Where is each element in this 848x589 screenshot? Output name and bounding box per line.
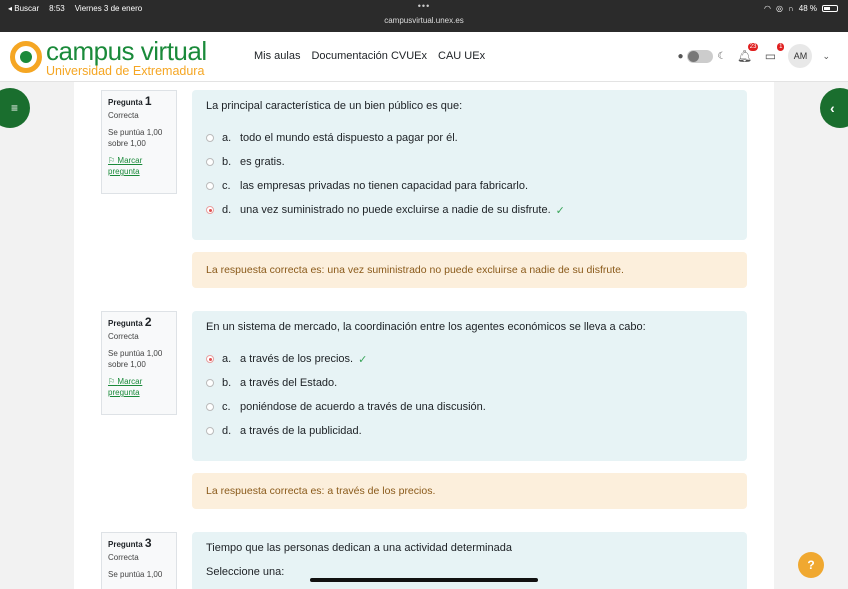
question-prompt: La principal característica de un bien p… (206, 100, 463, 112)
question-state: Correcta (108, 111, 139, 120)
radio-button[interactable] (206, 182, 214, 190)
flag-icon: ⚐ (108, 156, 118, 165)
home-indicator (310, 578, 538, 582)
question-info-2: Pregunta 2 Correcta Se puntúa 1,00 sobre… (101, 311, 177, 415)
top-navbar: campus virtual Universidad de Extremadur… (0, 32, 848, 82)
answer-option-selected[interactable]: d. una vez suministrado no puede excluirs… (206, 198, 733, 222)
question-state: Correcta (108, 332, 139, 341)
answer-text: a través de los precios. (240, 353, 354, 365)
messages-icon[interactable]: ▭ 1 (762, 43, 785, 63)
status-right: ◠ ◎ ∩ 48 % (764, 4, 838, 13)
nav-cau[interactable]: CAU UEx (438, 50, 485, 62)
radio-button[interactable] (206, 379, 214, 387)
question-number: 2 (144, 315, 152, 329)
messages-badge: 1 (777, 43, 785, 51)
notifications-bell-icon[interactable]: 🔔︎ 23 (736, 43, 759, 63)
answer-letter: a. (222, 132, 232, 144)
question-info-1: Pregunta 1 Correcta Se puntúa 1,00 sobre… (101, 90, 177, 194)
question-grade: Se puntúa 1,00 (108, 570, 163, 579)
radio-button[interactable] (206, 134, 214, 142)
logo-title: campus virtual (46, 36, 207, 66)
flag-question-link[interactable]: ⚐ Marcar pregunta (108, 376, 170, 398)
question-number: 1 (144, 94, 152, 108)
question-prompt: En un sistema de mercado, la coordinació… (206, 321, 646, 333)
answer-letter: b. (222, 377, 232, 389)
answer-option[interactable]: b. es gratis. (206, 150, 733, 174)
nav-user-area: ● ☾ 🔔︎ 23 ▭ 1 AM ⌄ (677, 43, 830, 68)
chevron-down-icon[interactable]: ⌄ (822, 51, 830, 62)
answer-option-selected[interactable]: a. a través de los precios. ✓ (206, 347, 733, 371)
answer-option[interactable]: b. a través del Estado. (206, 371, 733, 395)
battery-percent: 48 % (798, 4, 817, 13)
headphones-icon: ∩ (788, 4, 794, 13)
help-button[interactable]: ? (798, 552, 824, 578)
lock-rotation-icon: ◎ (776, 4, 784, 13)
flag-question-link[interactable]: ⚐ Marcar pregunta (108, 155, 170, 177)
question-info-3: Pregunta 3 Correcta Se puntúa 1,00 (101, 532, 177, 589)
answer-option[interactable]: c. las empresas privadas no tienen capaci… (206, 174, 733, 198)
question-text-1: La principal característica de un bien p… (192, 90, 747, 240)
check-icon: ✓ (358, 353, 368, 366)
nav-mis-aulas[interactable]: Mis aulas (254, 50, 300, 62)
answer-letter: b. (222, 156, 232, 168)
answer-text: las empresas privadas no tienen capacida… (240, 180, 528, 192)
block-drawer-toggle[interactable]: ‹ (820, 88, 848, 128)
url-bar[interactable]: campusvirtual.unex.es (0, 16, 848, 25)
toggle-switch[interactable] (687, 49, 714, 63)
answer-text: poniéndose de acuerdo a través de una di… (240, 401, 486, 413)
radio-button[interactable] (206, 403, 214, 411)
question-grade: Se puntúa 1,00 sobre 1,00 (108, 128, 163, 148)
logo-mark-icon (10, 41, 42, 73)
dark-mode-toggle[interactable]: ● ☾ (677, 49, 727, 63)
campus-virtual-logo[interactable]: campus virtual Universidad de Extremadur… (10, 36, 232, 78)
flag-icon: ⚐ (108, 377, 118, 386)
notifications-badge: 23 (747, 43, 759, 51)
answer-letter: d. (222, 425, 232, 437)
list-icon: ≡ (10, 101, 18, 115)
question-label: Pregunta (108, 98, 143, 107)
answer-text: es gratis. (240, 156, 285, 168)
primary-nav: Mis aulas Documentación CVUEx CAU UEx (254, 50, 485, 62)
answer-text: a través del Estado. (240, 377, 338, 389)
answer-option[interactable]: c. poniéndose de acuerdo a través de una … (206, 395, 733, 419)
correct-answer-feedback-2: La respuesta correcta es: a través de lo… (192, 473, 747, 509)
question-label: Pregunta (108, 540, 143, 549)
answer-letter: d. (222, 204, 232, 216)
question-text-2: En un sistema de mercado, la coordinació… (192, 311, 747, 461)
more-dots-icon[interactable]: ••• (0, 1, 848, 11)
radio-button[interactable] (206, 427, 214, 435)
logo-subtitle: Universidad de Extremadura (46, 64, 205, 78)
battery-icon (822, 5, 838, 12)
answer-letter: c. (222, 180, 231, 192)
answer-letter: c. (222, 401, 231, 413)
answer-letter: a. (222, 353, 232, 365)
answer-text: a través de la publicidad. (240, 425, 362, 437)
question-number: 3 (144, 536, 152, 550)
quiz-review-content: Pregunta 1 Correcta Se puntúa 1,00 sobre… (74, 82, 774, 589)
question-state: Correcta (108, 553, 139, 562)
radio-button[interactable] (206, 158, 214, 166)
wifi-icon: ◠ (764, 4, 772, 13)
answer-text: una vez suministrado no puede excluirse … (240, 204, 551, 216)
question-grade: Se puntúa 1,00 sobre 1,00 (108, 349, 163, 369)
answer-option[interactable]: a. todo el mundo está dispuesto a pagar p… (206, 126, 733, 150)
check-icon: ✓ (555, 204, 565, 217)
sun-icon: ● (677, 50, 684, 62)
nav-documentacion[interactable]: Documentación CVUEx (311, 50, 427, 62)
question-label: Pregunta (108, 319, 143, 328)
user-avatar[interactable]: AM (788, 44, 813, 68)
correct-answer-feedback-1: La respuesta correcta es: una vez sumini… (192, 252, 747, 288)
radio-button-checked[interactable] (206, 206, 214, 214)
answer-option[interactable]: d. a través de la publicidad. (206, 419, 733, 443)
moon-icon: ☾ (717, 50, 727, 62)
radio-button-checked[interactable] (206, 355, 214, 363)
chevron-left-icon: ‹ (830, 100, 835, 116)
course-index-toggle[interactable]: ≡ (0, 88, 30, 128)
ios-status-bar: ◂ Buscar 8:53 Viernes 3 de enero ••• cam… (0, 0, 848, 32)
select-prompt: Seleccione una: (206, 566, 285, 578)
question-prompt: Tiempo que las personas dedican a una ac… (206, 542, 512, 554)
answer-text: todo el mundo está dispuesto a pagar por… (240, 132, 458, 144)
